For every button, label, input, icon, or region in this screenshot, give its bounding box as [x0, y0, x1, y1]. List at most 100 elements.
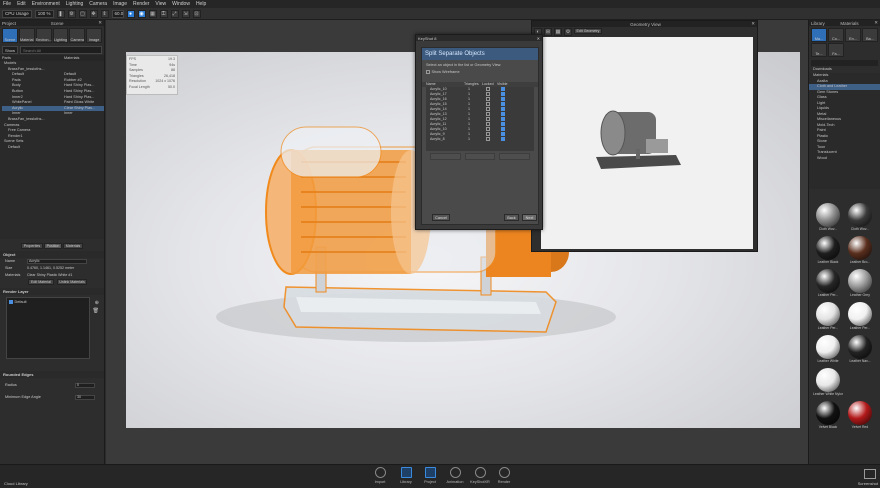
- tab-properties[interactable]: Properties: [21, 243, 43, 249]
- material-swatch[interactable]: Leather Bro...: [845, 236, 875, 267]
- locked-checkbox[interactable]: [486, 87, 490, 91]
- locked-checkbox[interactable]: [486, 102, 490, 106]
- material-swatch[interactable]: Leather Black: [813, 236, 843, 267]
- locked-checkbox[interactable]: [486, 92, 490, 96]
- scale-icon[interactable]: ⇲: [181, 9, 190, 18]
- material-swatch[interactable]: Cloth Wov...: [813, 203, 843, 234]
- snapshot-icon[interactable]: ⊡: [192, 9, 201, 18]
- geo-settings-icon[interactable]: ⚙: [564, 28, 572, 36]
- cancel-button[interactable]: Cancel: [432, 214, 450, 221]
- material-swatch[interactable]: Leather Per...: [813, 269, 843, 300]
- delete-layer-icon[interactable]: 🗑: [93, 308, 99, 314]
- tab-scene[interactable]: Scene: [2, 28, 18, 43]
- material-swatch[interactable]: Cloth Wov...: [845, 203, 875, 234]
- tab-materials[interactable]: Materials: [63, 243, 83, 249]
- zoom-field[interactable]: 60.0: [111, 9, 124, 18]
- menu-item-camera[interactable]: Camera: [89, 1, 107, 7]
- menu-item-help[interactable]: Help: [196, 1, 206, 7]
- pause-icon[interactable]: ❚: [56, 9, 65, 18]
- render-layer-item[interactable]: Default: [7, 298, 89, 306]
- locked-checkbox[interactable]: [486, 97, 490, 101]
- locked-checkbox[interactable]: [486, 127, 490, 131]
- menu-item-file[interactable]: File: [3, 1, 11, 7]
- pan-icon[interactable]: ✥: [89, 9, 98, 18]
- edit-geometry-button[interactable]: Edit Geometry: [574, 28, 602, 34]
- screenshot-label[interactable]: Screenshot: [858, 481, 878, 486]
- material-swatch[interactable]: Leather Grey: [845, 269, 875, 300]
- library-tab[interactable]: Fa...: [828, 43, 844, 57]
- library-tab[interactable]: Te...: [811, 43, 827, 57]
- visible-checkbox[interactable]: [501, 112, 505, 116]
- menu-item-environment[interactable]: Environment: [32, 1, 60, 7]
- tab-lighting[interactable]: Lighting: [52, 28, 69, 43]
- tab-environ[interactable]: Environ...: [36, 28, 52, 43]
- geometry-canvas[interactable]: [541, 37, 753, 249]
- menu-item-image[interactable]: Image: [113, 1, 127, 7]
- material-swatch[interactable]: Leather Per...: [845, 302, 875, 333]
- object-row[interactable]: Acrylic_8 1: [426, 137, 534, 142]
- cpu-usage-value[interactable]: 100 %: [34, 9, 54, 18]
- visible-checkbox[interactable]: [501, 117, 505, 121]
- grid-icon[interactable]: ▦: [148, 9, 157, 18]
- locked-checkbox[interactable]: [486, 107, 490, 111]
- next-button[interactable]: Next: [522, 214, 537, 221]
- rounded-edges-header[interactable]: Rounded Edges: [0, 371, 104, 378]
- dialog-close-icon[interactable]: ✕: [537, 36, 540, 41]
- locked-checkbox[interactable]: [486, 137, 490, 141]
- material-swatch[interactable]: Leather Per...: [813, 302, 843, 333]
- visible-checkbox[interactable]: [501, 107, 505, 111]
- library-folder[interactable]: Wood: [809, 156, 880, 162]
- locked-checkbox[interactable]: [486, 122, 490, 126]
- visible-checkbox[interactable]: [501, 92, 505, 96]
- object-section-header[interactable]: Object: [0, 251, 104, 258]
- visible-checkbox[interactable]: [501, 127, 505, 131]
- tab-image[interactable]: Image: [86, 28, 102, 43]
- tree-search-input[interactable]: Search All: [20, 46, 102, 54]
- add-layer-icon[interactable]: ⊕: [95, 300, 99, 306]
- material-swatch[interactable]: Velvet Red: [845, 401, 875, 432]
- cloud-library-link[interactable]: Cloud Library: [4, 481, 28, 486]
- list-action-3[interactable]: [499, 153, 531, 160]
- visible-checkbox[interactable]: [501, 132, 505, 136]
- back-button[interactable]: Back: [504, 214, 519, 221]
- edge-angle-field[interactable]: 30: [75, 394, 95, 400]
- visible-checkbox[interactable]: [501, 97, 505, 101]
- render-layer-checkbox[interactable]: [9, 300, 13, 304]
- geo-grid-icon[interactable]: ▦: [554, 28, 562, 36]
- library-tab[interactable]: En...: [845, 28, 861, 42]
- nav-render[interactable]: Render: [494, 467, 514, 484]
- material-swatch[interactable]: Leather White Nylon Fabric: [813, 368, 843, 399]
- tab-position[interactable]: Position: [44, 243, 62, 249]
- locked-checkbox[interactable]: [486, 132, 490, 136]
- menu-item-window[interactable]: Window: [172, 1, 190, 7]
- material-swatch[interactable]: Leather White: [813, 335, 843, 366]
- show-wireframe-row[interactable]: Show Wireframe: [422, 68, 538, 76]
- menu-item-render[interactable]: Render: [133, 1, 149, 7]
- visible-checkbox[interactable]: [501, 122, 505, 126]
- geometry-model[interactable]: [541, 37, 753, 249]
- nav-project[interactable]: Project: [420, 467, 440, 484]
- nav-keyshotxr[interactable]: KeyShotXR: [470, 467, 490, 484]
- material-swatch[interactable]: Leather Nav...: [845, 335, 875, 366]
- list-action-1[interactable]: [430, 153, 461, 160]
- menu-item-view[interactable]: View: [155, 1, 166, 7]
- nav-animation[interactable]: Animation: [445, 467, 465, 484]
- library-tab[interactable]: Co...: [828, 28, 844, 42]
- visible-checkbox[interactable]: [501, 102, 505, 106]
- performance-icon[interactable]: ⚙: [67, 9, 76, 18]
- visible-checkbox[interactable]: [501, 87, 505, 91]
- geometry-close-icon[interactable]: ✕: [751, 21, 755, 27]
- library-tab[interactable]: Ma...: [811, 28, 827, 42]
- tab-camera[interactable]: Camera: [69, 28, 86, 43]
- move-tool-icon[interactable]: ⤢: [170, 9, 179, 18]
- render-layer-header[interactable]: Render Layer: [0, 288, 104, 295]
- library-close-icon[interactable]: ✕: [874, 20, 878, 26]
- locked-checkbox[interactable]: [486, 117, 490, 121]
- show-wireframe-checkbox[interactable]: [426, 70, 430, 74]
- menu-item-lighting[interactable]: Lighting: [66, 1, 84, 7]
- camera-mode-icon[interactable]: ●: [126, 9, 135, 18]
- library-search[interactable]: [811, 60, 878, 66]
- tree-row[interactable]: Default: [2, 145, 104, 151]
- visible-checkbox[interactable]: [501, 137, 505, 141]
- screenshot-icon[interactable]: [864, 469, 876, 479]
